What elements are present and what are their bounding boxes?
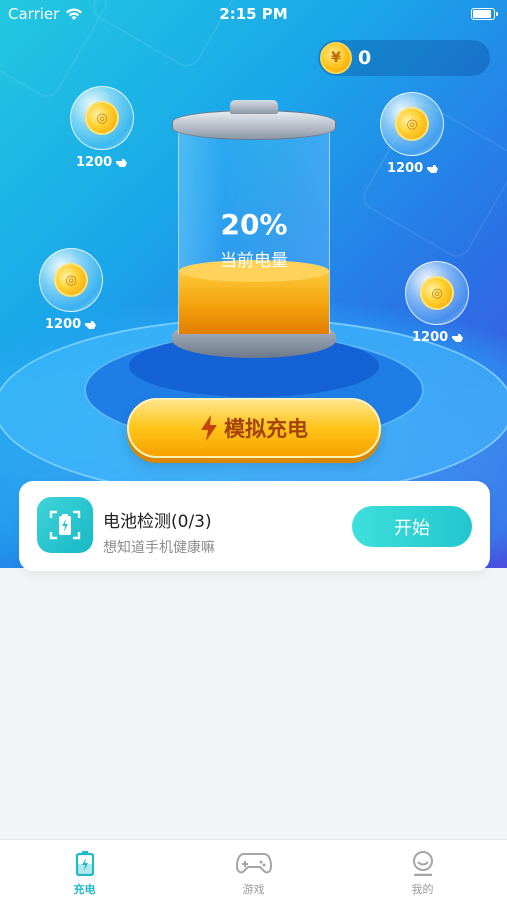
status-bar: Carrier 2:15 PM [0, 0, 507, 30]
coin-bubble[interactable]: ◎ [380, 92, 444, 156]
tap-hand-icon [427, 165, 439, 173]
battery-scan-icon [49, 510, 81, 540]
battery-check-icon [37, 497, 93, 553]
profile-icon [412, 851, 433, 876]
lightning-icon [201, 415, 217, 441]
coin-bubble[interactable]: ◎ [39, 248, 103, 312]
coin-icon: ¥ [320, 42, 352, 74]
battery-terminal [230, 100, 278, 114]
coin-bubble-label: 1200 [45, 317, 97, 332]
coin-bubble-value: 1200 [76, 155, 113, 170]
start-button[interactable]: 开始 [352, 506, 472, 547]
gold-coin-icon: ◎ [390, 102, 434, 146]
coin-count: 0 [358, 47, 372, 69]
simulate-charge-label: 模拟充电 [224, 417, 308, 441]
coin-bubble-value: 1200 [387, 161, 424, 176]
battery-lid [172, 110, 336, 140]
tab-games-label: 游戏 [242, 883, 265, 896]
battery-level-fill [179, 260, 329, 334]
tap-hand-icon [85, 321, 97, 329]
coin-bubble-label: 1200 [387, 161, 439, 176]
battery-percent: 20% [220, 208, 288, 241]
tab-profile[interactable]: 我的 [338, 840, 507, 900]
tab-games[interactable]: 游戏 [169, 840, 338, 900]
coin-bubble-label: 1200 [412, 330, 464, 345]
battery-graphic: 20% 当前电量 [172, 100, 336, 362]
tab-charge[interactable]: 充电 [0, 840, 169, 900]
status-time: 2:15 PM [219, 5, 288, 23]
coin-bubble-value: 1200 [412, 330, 449, 345]
status-battery-icon [471, 8, 498, 20]
coin-bubble[interactable]: ◎ [70, 86, 134, 150]
tap-hand-icon [116, 159, 128, 167]
battery-label: 当前电量 [220, 251, 288, 271]
battery-check-subtitle: 想知道手机健康嘛 [103, 540, 215, 556]
coin-bubble-label: 1200 [76, 155, 128, 170]
tab-bar: 充电 游戏 我的 [0, 839, 507, 900]
tab-charge-label: 充电 [73, 883, 96, 896]
gamepad-icon [235, 853, 272, 874]
gold-coin-icon: ◎ [415, 271, 459, 315]
coin-balance[interactable]: ¥ 0 [318, 40, 490, 76]
simulate-charge-button[interactable]: 模拟充电 [127, 398, 381, 458]
gold-coin-icon: ◎ [49, 258, 93, 302]
tab-profile-label: 我的 [411, 883, 434, 896]
tap-hand-icon [452, 334, 464, 342]
gold-coin-icon: ◎ [80, 96, 124, 140]
battery-check-title: 电池检测(0/3) [103, 512, 212, 532]
battery-check-card: 电池检测(0/3) 想知道手机健康嘛 开始 [19, 481, 490, 571]
battery-charge-icon [75, 851, 94, 876]
coin-bubble[interactable]: ◎ [405, 261, 469, 325]
coin-bubble-value: 1200 [45, 317, 82, 332]
